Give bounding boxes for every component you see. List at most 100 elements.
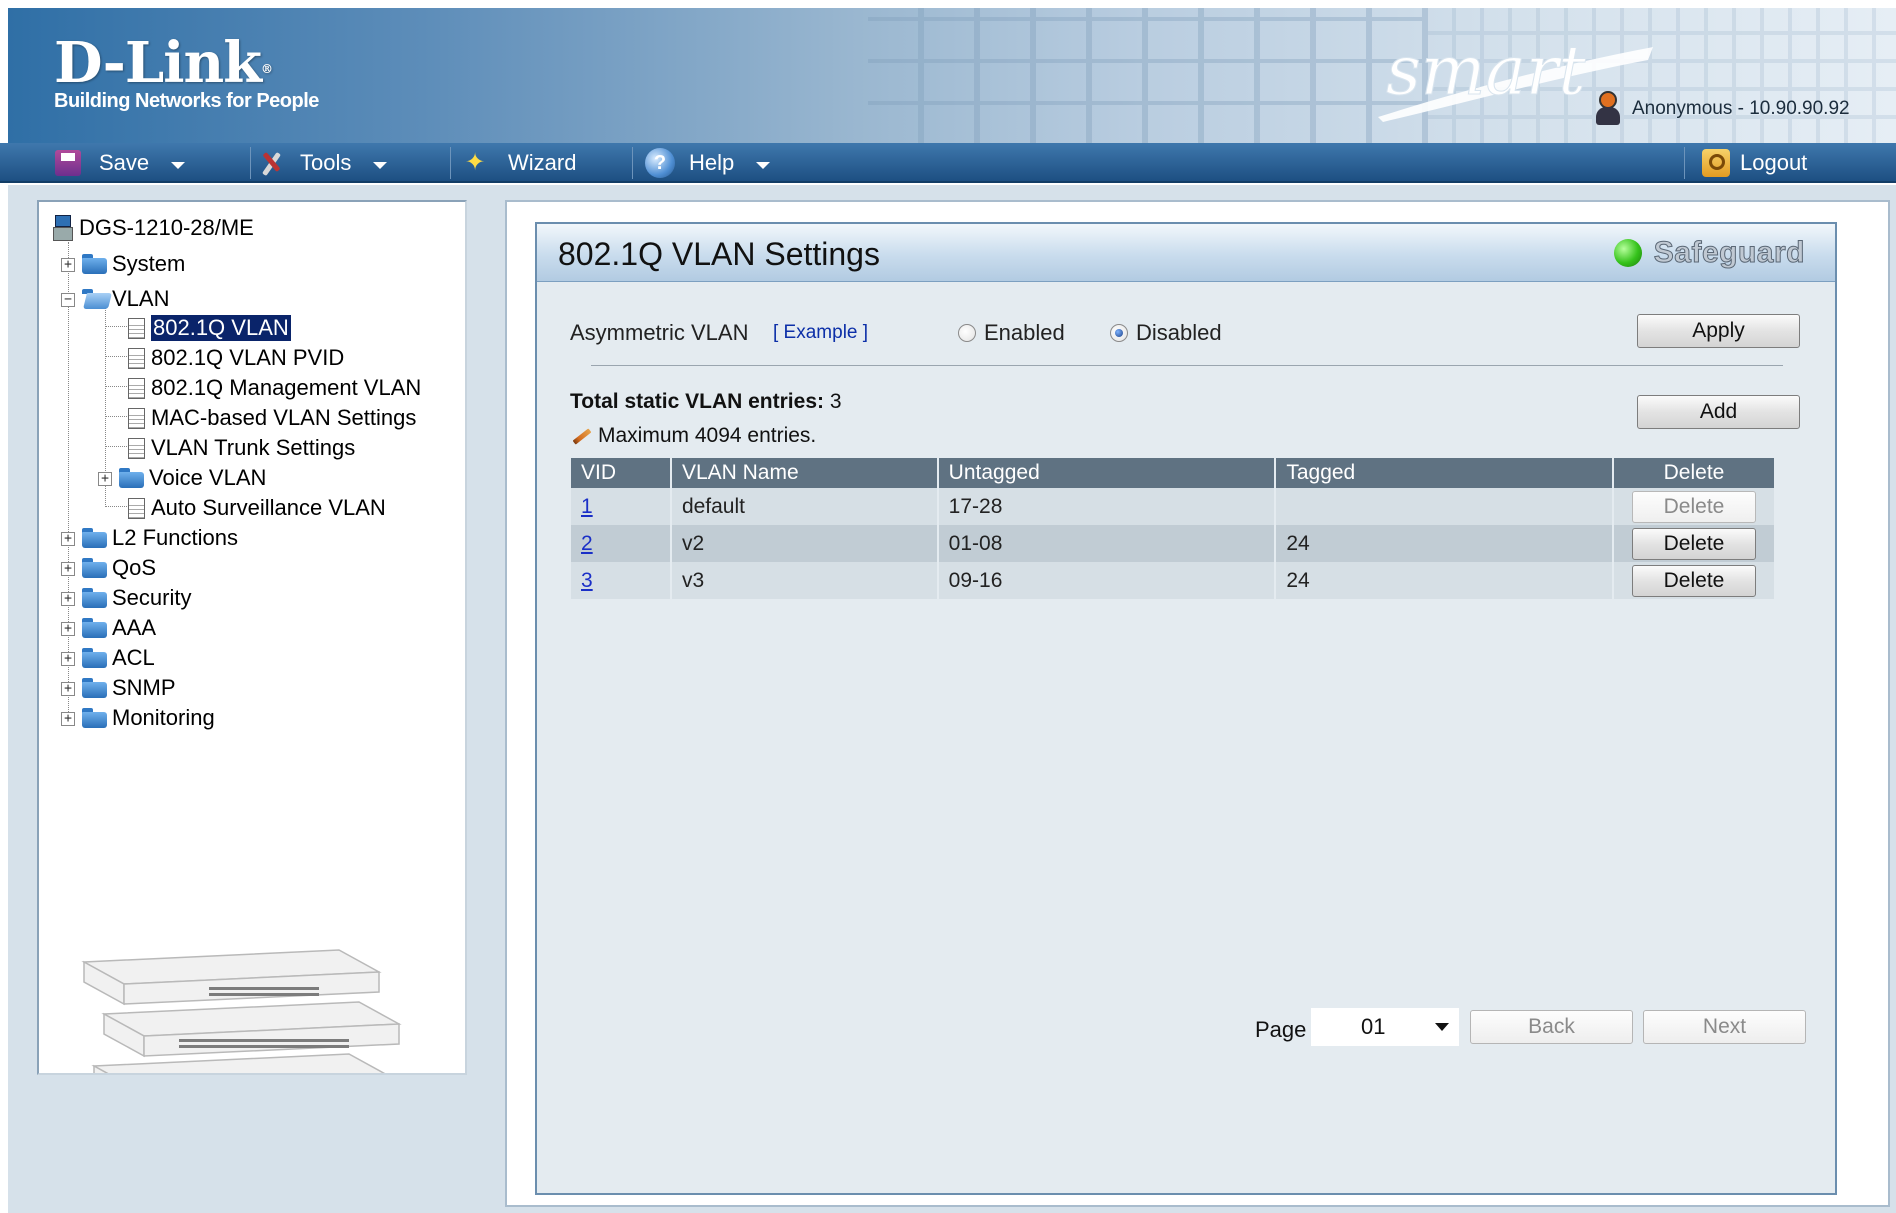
radio-enabled-button[interactable] — [958, 324, 976, 342]
tree-item-aaa[interactable]: AAA — [82, 614, 156, 642]
tree-item-mac-based-vlan[interactable]: MAC-based VLAN Settings — [128, 404, 416, 432]
apply-button[interactable]: Apply — [1637, 314, 1800, 348]
add-button[interactable]: Add — [1637, 395, 1800, 429]
pencil-icon — [570, 427, 592, 445]
vlan-name-cell: default — [670, 488, 939, 525]
logout-button[interactable]: Logout — [1702, 143, 1807, 183]
table-row: 3 v3 09-16 24 Delete — [571, 562, 1777, 599]
asymmetric-vlan-label: Asymmetric VLAN — [570, 320, 749, 345]
asymmetric-vlan-row: Asymmetric VLAN [ Example ] Enabled Disa… — [570, 320, 1810, 352]
tree-item-monitoring[interactable]: Monitoring — [82, 704, 215, 732]
tree-item-vlan-trunk[interactable]: VLAN Trunk Settings — [128, 434, 355, 462]
tree-device-root[interactable]: DGS-1210-28/ME — [53, 214, 254, 242]
tools-icon — [258, 150, 284, 176]
user-info-text: Anonymous - 10.90.90.92 — [1632, 98, 1850, 119]
next-button[interactable]: Next — [1643, 1010, 1806, 1044]
vid-link[interactable]: 2 — [581, 532, 593, 555]
folder-open-icon — [82, 289, 108, 309]
page-select[interactable]: 01 — [1311, 1008, 1459, 1046]
tree-label-snmp: SNMP — [112, 675, 176, 700]
expand-icon[interactable]: + — [61, 532, 75, 546]
tree-item-qos[interactable]: QoS — [82, 554, 156, 582]
tree-label-voice-vlan: Voice VLAN — [149, 465, 267, 490]
wizard-icon: ✦ — [464, 149, 486, 176]
untagged-cell: 17-28 — [937, 488, 1277, 525]
dlink-logo: D-Link® Building Networks for People — [54, 30, 319, 112]
tree-device-label: DGS-1210-28/ME — [79, 215, 254, 240]
tree-item-voice-vlan[interactable]: Voice VLAN — [119, 464, 266, 492]
safeguard-label: Safeguard — [1653, 236, 1805, 270]
tree-label-system: System — [112, 251, 186, 276]
tree-item-acl[interactable]: ACL — [82, 644, 155, 672]
help-menu[interactable]: ? Help — [645, 143, 771, 183]
total-entries: Total static VLAN entries: 3 — [570, 390, 842, 414]
radio-disabled-button[interactable] — [1110, 324, 1128, 342]
total-entries-value: 3 — [829, 390, 842, 413]
radio-enabled[interactable]: Enabled — [958, 320, 1065, 346]
page-select-value: 01 — [1361, 1014, 1386, 1039]
chevron-down-icon — [171, 161, 186, 169]
example-link[interactable]: [ Example ] — [773, 322, 868, 344]
computer-icon — [53, 215, 73, 241]
navigation-tree-panel: DGS-1210-28/ME + System − VLAN 802.1Q VL… — [37, 200, 467, 1075]
tree-label-8021q-vlan-pvid: 802.1Q VLAN PVID — [151, 345, 345, 370]
menubar: Save Tools ✦ Wizard ? Help Logout — [0, 143, 1896, 183]
vlan-name-cell: v3 — [670, 562, 939, 599]
wizard-menu[interactable]: ✦ Wizard — [462, 143, 577, 183]
user-icon — [1594, 91, 1622, 127]
expand-icon[interactable]: + — [61, 562, 75, 576]
save-menu[interactable]: Save — [55, 143, 186, 183]
document-icon — [128, 377, 145, 399]
dropdown-arrow-icon — [1435, 1023, 1449, 1031]
tree-item-system[interactable]: System — [82, 250, 185, 278]
chevron-down-icon — [756, 161, 771, 169]
safeguard-indicator: Safeguard — [1613, 236, 1805, 270]
expand-icon[interactable]: + — [61, 682, 75, 696]
tools-menu[interactable]: Tools — [258, 143, 388, 183]
vlan-table: VID VLAN Name Untagged Tagged Delete 1 d… — [571, 458, 1777, 599]
tree-label-acl: ACL — [112, 645, 155, 670]
delete-button[interactable]: Delete — [1631, 564, 1756, 597]
delete-button[interactable]: Delete — [1631, 527, 1756, 560]
switch-stack-image — [49, 932, 433, 1073]
expand-icon[interactable]: + — [61, 652, 75, 666]
untagged-cell: 09-16 — [937, 562, 1277, 599]
expand-icon[interactable]: + — [61, 622, 75, 636]
logout-label: Logout — [1740, 150, 1808, 175]
column-header-vid: VID — [571, 458, 672, 488]
tree-item-8021q-management-vlan[interactable]: 802.1Q Management VLAN — [128, 374, 421, 402]
tree-item-vlan[interactable]: VLAN — [82, 285, 169, 313]
tree-label-auto-surveillance-vlan: Auto Surveillance VLAN — [151, 495, 386, 520]
tree-label-security: Security — [112, 585, 192, 610]
wizard-menu-label: Wizard — [508, 150, 577, 175]
vid-link[interactable]: 3 — [581, 569, 593, 592]
tree-label-8021q-vlan: 802.1Q VLAN — [151, 315, 291, 341]
radio-disabled-label: Disabled — [1136, 320, 1222, 345]
tree-item-snmp[interactable]: SNMP — [82, 674, 176, 702]
vid-link[interactable]: 1 — [581, 495, 593, 518]
folder-icon — [82, 678, 108, 698]
expand-icon[interactable]: + — [61, 712, 75, 726]
back-button[interactable]: Back — [1470, 1010, 1633, 1044]
delete-button-disabled: Delete — [1631, 490, 1756, 523]
tree-line — [68, 242, 69, 720]
expand-icon[interactable]: + — [61, 592, 75, 606]
page-title: 802.1Q VLAN Settings — [558, 236, 880, 272]
tree-item-8021q-vlan[interactable]: 802.1Q VLAN — [128, 314, 291, 342]
menu-separator — [250, 147, 251, 179]
tree-item-auto-surveillance-vlan[interactable]: Auto Surveillance VLAN — [128, 494, 386, 522]
column-header-tagged: Tagged — [1275, 458, 1614, 488]
tree-label-l2-functions: L2 Functions — [112, 525, 238, 550]
tree-item-8021q-vlan-pvid[interactable]: 802.1Q VLAN PVID — [128, 344, 344, 372]
tree-item-l2-functions[interactable]: L2 Functions — [82, 524, 238, 552]
menu-separator — [1684, 147, 1685, 179]
radio-disabled[interactable]: Disabled — [1110, 320, 1222, 346]
expand-icon[interactable]: + — [61, 258, 75, 272]
save-menu-label: Save — [99, 150, 150, 175]
expand-icon[interactable]: + — [98, 472, 112, 486]
document-icon — [128, 437, 145, 459]
max-entries-text: Maximum 4094 entries. — [598, 424, 817, 447]
collapse-icon[interactable]: − — [61, 293, 75, 307]
tree-item-security[interactable]: Security — [82, 584, 191, 612]
page-label: Page — [1255, 1017, 1307, 1042]
